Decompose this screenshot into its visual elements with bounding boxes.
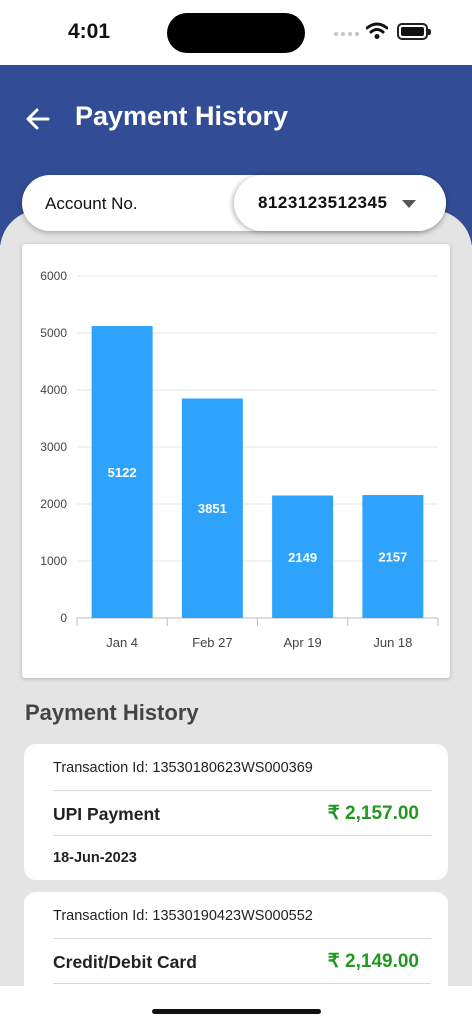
bar-data-label: 3851 bbox=[198, 501, 227, 516]
section-title: Payment History bbox=[25, 700, 199, 725]
chevron-down-icon bbox=[402, 200, 416, 208]
battery-icon bbox=[397, 23, 431, 40]
transaction-id: Transaction Id: 13530180623WS000369 bbox=[53, 760, 313, 776]
divider bbox=[53, 835, 431, 836]
account-selector-bar: Account No. 8123123512345 bbox=[22, 175, 446, 231]
account-number: 8123123512345 bbox=[258, 193, 388, 212]
account-dropdown[interactable]: 8123123512345 bbox=[234, 175, 446, 231]
transaction-date: 18-Jun-2023 bbox=[53, 850, 137, 866]
bar-data-label: 2149 bbox=[288, 550, 317, 565]
divider bbox=[53, 938, 431, 939]
transaction-type: UPI Payment bbox=[53, 804, 160, 824]
transaction-amount: ₹ 2,149.00 bbox=[327, 951, 419, 972]
home-indicator bbox=[152, 1009, 321, 1014]
dynamic-island bbox=[167, 13, 305, 53]
y-tick-label: 6000 bbox=[40, 269, 67, 283]
payment-chart-card: 0 1000 2000 3000 4000 5000 6000 5122 Jan 4 3851 Fe… bbox=[22, 244, 450, 678]
page-title: Payment History bbox=[75, 101, 289, 131]
divider bbox=[53, 983, 431, 984]
bar-data-label: 2157 bbox=[378, 550, 407, 565]
x-tick-label: Jan 4 bbox=[106, 635, 138, 650]
y-tick-label: 1000 bbox=[40, 554, 67, 568]
payment-bar-chart: 0 1000 2000 3000 4000 5000 6000 5122 Jan 4 3851 Fe… bbox=[40, 269, 439, 650]
y-tick-label: 5000 bbox=[40, 326, 67, 340]
transaction-amount: ₹ 2,157.00 bbox=[327, 803, 419, 824]
wifi-icon bbox=[366, 22, 388, 39]
home-indicator-area bbox=[0, 986, 472, 1024]
bar-data-label: 5122 bbox=[108, 465, 137, 480]
transaction-type: Credit/Debit Card bbox=[53, 952, 197, 972]
x-tick-label: Apr 19 bbox=[283, 635, 321, 650]
y-tick-label: 4000 bbox=[40, 383, 67, 397]
x-tick-label: Feb 27 bbox=[192, 635, 232, 650]
y-tick-label: 0 bbox=[60, 611, 67, 625]
back-arrow-icon[interactable] bbox=[24, 105, 52, 133]
y-tick-label: 3000 bbox=[40, 440, 67, 454]
y-tick-label: 2000 bbox=[40, 497, 67, 511]
account-label: Account No. bbox=[45, 194, 138, 213]
transaction-id: Transaction Id: 13530190423WS000552 bbox=[53, 908, 313, 924]
status-bar: 4:01 bbox=[0, 0, 472, 65]
divider bbox=[53, 790, 431, 791]
x-tick-label: Jun 18 bbox=[373, 635, 412, 650]
cellular-signal-icon bbox=[334, 32, 359, 36]
transaction-card[interactable]: Transaction Id: 13530180623WS000369 UPI … bbox=[24, 744, 448, 880]
status-time: 4:01 bbox=[68, 20, 111, 43]
